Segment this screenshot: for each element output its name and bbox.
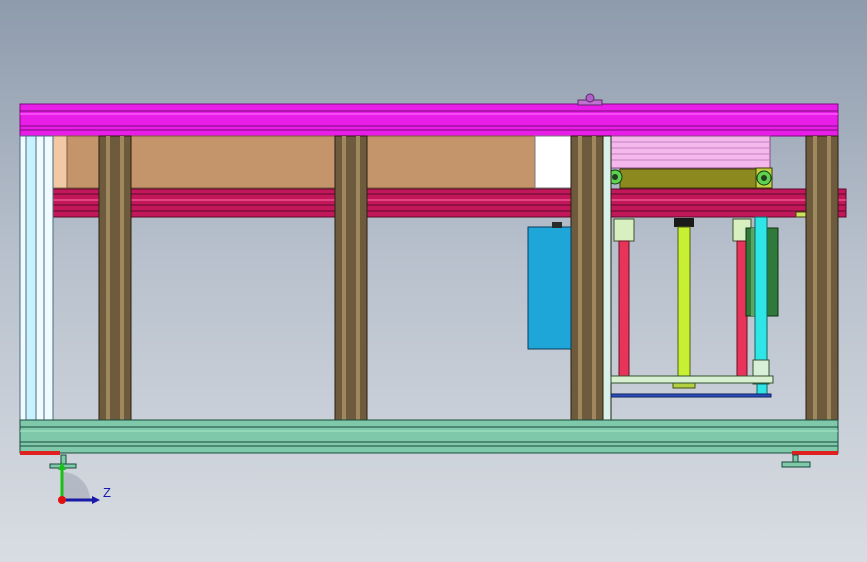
post-2 [334,135,368,421]
rod-yellow [672,218,696,389]
y-axis-head-icon [58,462,66,470]
shutter-cover [609,135,771,169]
triad-plane-icon [62,472,90,500]
z-axis-label: Z [103,485,111,500]
base-frame [19,419,839,455]
rod-red-left [613,218,635,378]
post-4 [805,135,839,421]
z-axis-head-icon [92,496,100,504]
top-knob [577,93,603,106]
motor-box [527,222,572,350]
cad-viewport[interactable]: Z [0,0,867,562]
rod-cyan [752,216,770,395]
upper-rail [52,188,847,218]
assembly-model[interactable] [0,0,867,562]
linear-carriage [607,167,773,189]
post-3 [570,135,612,421]
leveling-foot-right [781,454,811,468]
x-axis-dot-icon [58,496,66,504]
left-end-column [19,135,54,421]
post-1 [98,135,132,421]
top-beam [19,103,839,137]
